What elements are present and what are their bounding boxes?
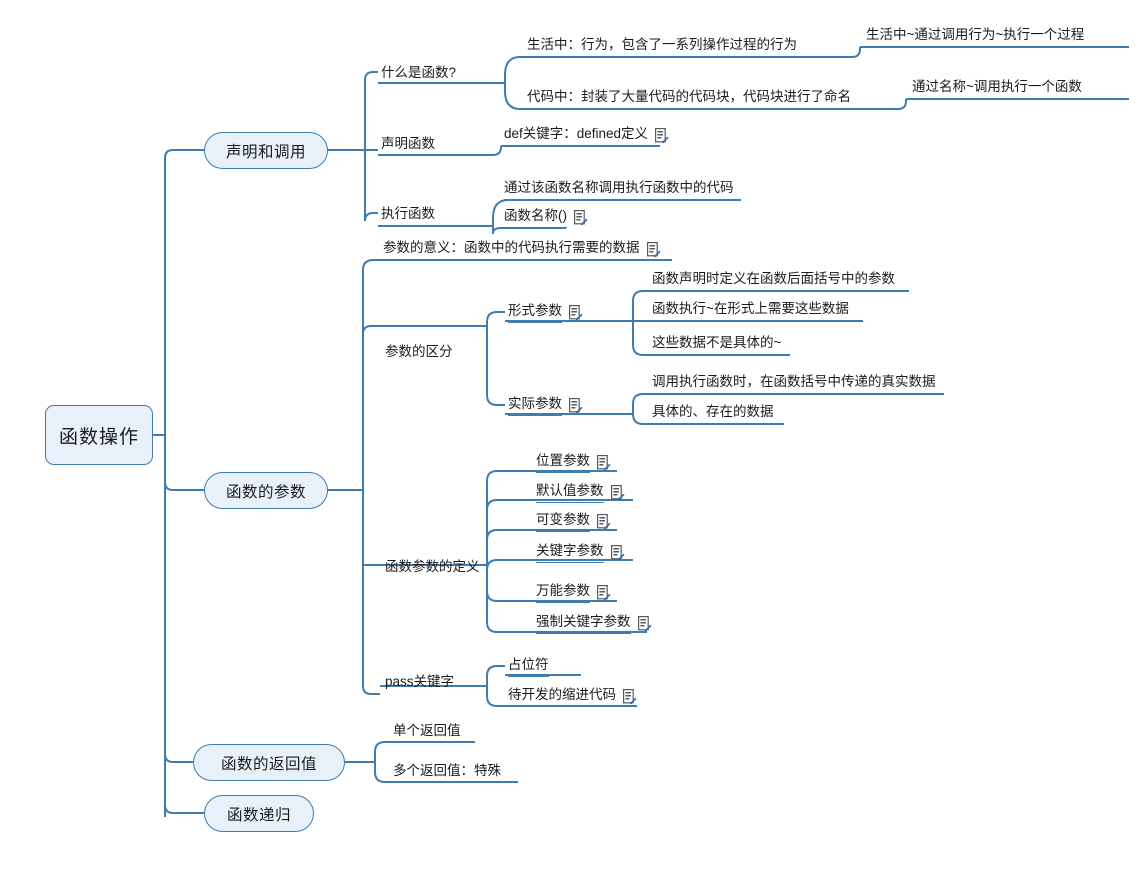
topic-label-pass-keyword[interactable]: pass关键字: [385, 675, 454, 689]
leaf-text: 形式参数: [508, 304, 562, 323]
leaf-text: 待开发的缩进代码: [508, 688, 616, 707]
leaf-text: 通过名称~调用执行一个函数: [912, 80, 1082, 99]
leaf-text: 函数声明时定义在函数后面括号中的参数: [652, 272, 895, 291]
note-icon[interactable]: [569, 304, 583, 321]
topic-text: 什么是函数?: [381, 65, 457, 80]
topic-text: 函数参数的定义: [385, 559, 480, 574]
leaf-text: def关键字：defined定义: [504, 127, 649, 146]
leaf-formal-parameter-detail-2[interactable]: 函数执行~在形式上需要这些数据: [652, 302, 849, 321]
leaf-universal-parameter[interactable]: 万能参数: [536, 584, 611, 603]
topic-label-what-is-function[interactable]: 什么是函数?: [381, 66, 456, 80]
leaf-text: 可变参数: [536, 513, 590, 532]
leaf-text: 生活中~通过调用行为~执行一个过程: [866, 28, 1085, 47]
topic-label-execute-function[interactable]: 执行函数: [381, 207, 435, 221]
leaf-actual-parameter-detail-2[interactable]: 具体的、存在的数据: [652, 405, 774, 424]
leaf-single-return-value[interactable]: 单个返回值: [393, 724, 461, 743]
branch-node-parameters[interactable]: 函数的参数: [204, 472, 328, 509]
leaf-actual-parameter-detail-1[interactable]: 调用执行函数时，在函数括号中传递的真实数据: [652, 375, 936, 394]
leaf-variable-parameter[interactable]: 可变参数: [536, 513, 611, 532]
leaf-formal-parameter-detail-1[interactable]: 函数声明时定义在函数后面括号中的参数: [652, 272, 895, 291]
topic-text: 执行函数: [381, 206, 435, 221]
topic-label-parameter-definition[interactable]: 函数参数的定义: [385, 560, 480, 574]
leaf-text: 强制关键字参数: [536, 615, 631, 634]
note-icon[interactable]: [637, 615, 652, 632]
note-icon[interactable]: [623, 688, 637, 705]
note-icon[interactable]: [569, 397, 583, 414]
root-node[interactable]: 函数操作: [45, 405, 153, 465]
leaf-text: 实际参数: [508, 397, 562, 416]
leaf-pending-indent-code[interactable]: 待开发的缩进代码: [508, 688, 637, 707]
note-icon[interactable]: [597, 454, 611, 471]
topic-label-declare-function[interactable]: 声明函数: [381, 137, 435, 151]
leaf-call-by-name[interactable]: 通过该函数名称调用执行函数中的代码: [504, 181, 734, 200]
note-icon[interactable]: [646, 241, 661, 258]
leaf-text: 默认值参数: [536, 484, 604, 503]
leaf-text: 具体的、存在的数据: [652, 405, 774, 424]
leaf-parameter-meaning[interactable]: 参数的意义：函数中的代码执行需要的数据: [383, 241, 661, 260]
branch-label: 函数的参数: [225, 483, 306, 501]
leaf-text: 代码中：封装了大量代码的代码块，代码块进行了命名: [527, 90, 851, 109]
leaf-text: 参数的意义：函数中的代码执行需要的数据: [383, 241, 640, 260]
leaf-function-name-parens[interactable]: 函数名称(): [504, 209, 588, 228]
topic-label-parameter-distinction[interactable]: 参数的区分: [385, 345, 453, 359]
leaf-formal-parameter[interactable]: 形式参数: [508, 304, 583, 323]
topic-text: 声明函数: [381, 136, 435, 151]
leaf-forced-keyword-parameter[interactable]: 强制关键字参数: [536, 615, 652, 634]
branch-label: 声明和调用: [225, 143, 306, 161]
branch-node-declare-call[interactable]: 声明和调用: [204, 132, 328, 169]
leaf-positional-parameter[interactable]: 位置参数: [536, 454, 611, 473]
note-icon[interactable]: [655, 127, 669, 144]
note-icon[interactable]: [597, 584, 611, 601]
leaf-default-parameter[interactable]: 默认值参数: [536, 484, 625, 503]
leaf-keyword-parameter[interactable]: 关键字参数: [536, 544, 625, 563]
leaf-code-block-detail[interactable]: 通过名称~调用执行一个函数: [912, 80, 1082, 99]
note-icon[interactable]: [597, 513, 611, 530]
note-icon[interactable]: [574, 209, 588, 226]
branch-node-return-value[interactable]: 函数的返回值: [193, 744, 345, 781]
topic-text: 参数的区分: [385, 344, 453, 359]
leaf-text: 单个返回值: [393, 724, 461, 743]
leaf-def-keyword[interactable]: def关键字：defined定义: [504, 127, 669, 146]
leaf-life-behavior-detail[interactable]: 生活中~通过调用行为~执行一个过程: [866, 28, 1085, 47]
branch-label: 函数的返回值: [220, 755, 317, 773]
leaf-text: 占位符: [508, 658, 549, 677]
leaf-text: 这些数据不是具体的~: [652, 336, 782, 355]
root-node-label: 函数操作: [58, 426, 139, 448]
leaf-text: 调用执行函数时，在函数括号中传递的真实数据: [652, 375, 936, 394]
leaf-text: 函数名称(): [504, 209, 567, 228]
leaf-actual-parameter[interactable]: 实际参数: [508, 397, 583, 416]
branch-label: 函数递归: [226, 806, 291, 824]
leaf-text: 函数执行~在形式上需要这些数据: [652, 302, 849, 321]
leaf-code-block[interactable]: 代码中：封装了大量代码的代码块，代码块进行了命名: [527, 90, 851, 109]
branch-node-recursion[interactable]: 函数递归: [204, 795, 314, 832]
leaf-text: 关键字参数: [536, 544, 604, 563]
topic-text: pass关键字: [385, 674, 455, 689]
leaf-placeholder[interactable]: 占位符: [508, 658, 549, 677]
leaf-life-behavior[interactable]: 生活中：行为，包含了一系列操作过程的行为: [527, 38, 797, 57]
leaf-text: 位置参数: [536, 454, 590, 473]
leaf-text: 生活中：行为，包含了一系列操作过程的行为: [527, 38, 797, 57]
note-icon[interactable]: [610, 544, 625, 561]
leaf-multiple-return-value[interactable]: 多个返回值：特殊: [393, 764, 501, 783]
leaf-text: 通过该函数名称调用执行函数中的代码: [504, 181, 734, 200]
leaf-text: 万能参数: [536, 584, 590, 603]
leaf-formal-parameter-detail-3[interactable]: 这些数据不是具体的~: [652, 336, 782, 355]
leaf-text: 多个返回值：特殊: [393, 764, 501, 783]
note-icon[interactable]: [610, 484, 625, 501]
mindmap-canvas: 函数操作 声明和调用 函数的参数 函数的返回值 函数递归 什么是函数? 声明函数…: [0, 0, 1135, 871]
